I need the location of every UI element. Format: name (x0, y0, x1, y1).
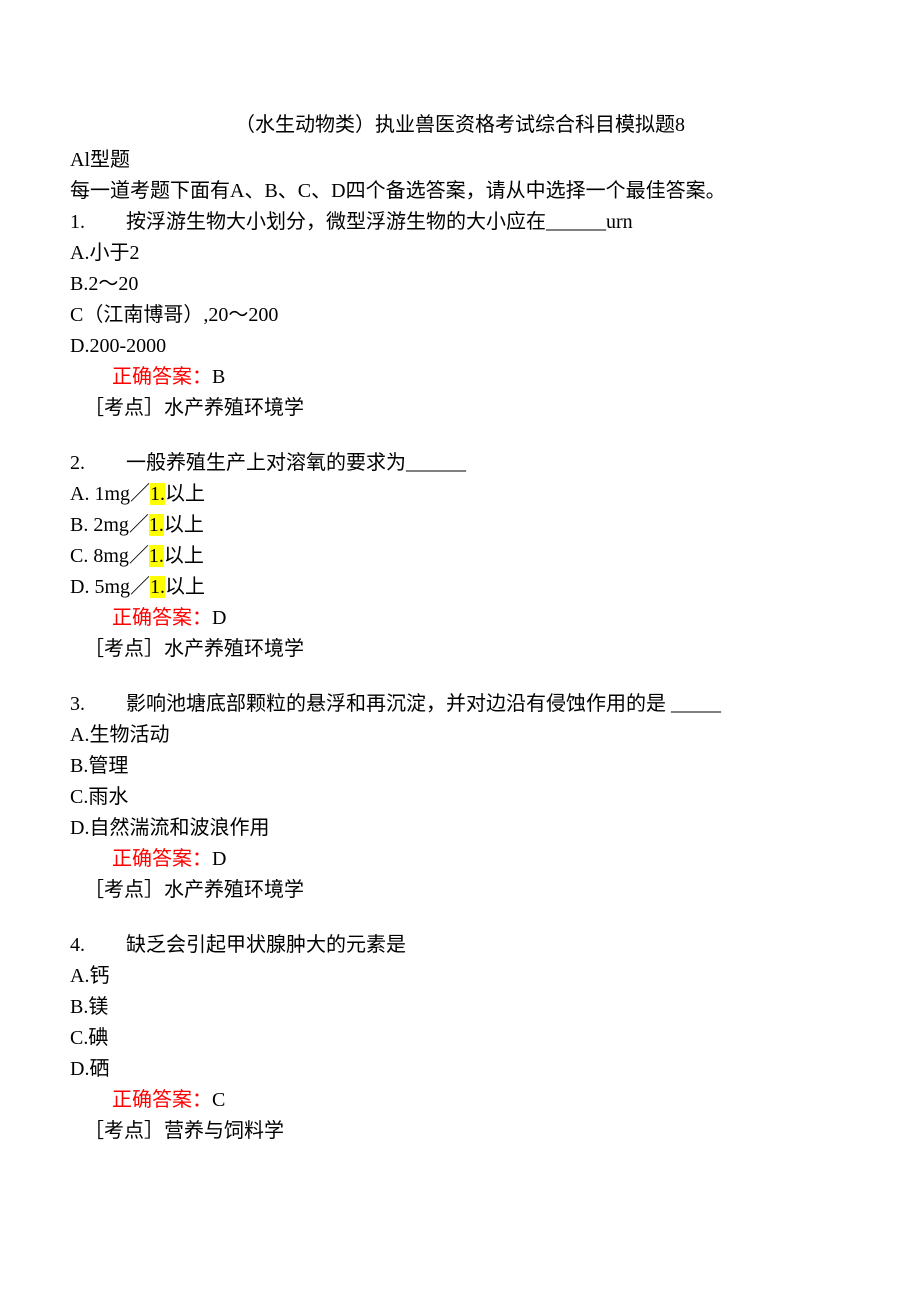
question-text: 1.按浮游生物大小划分，微型浮游生物的大小应在______urn (70, 207, 850, 238)
page-title: （水生动物类）执业兽医资格考试综合科目模拟题8 (70, 110, 850, 141)
question-block: 4.缺乏会引起甲状腺肿大的元素是 A.钙 B.镁 C.碘 D.硒 正确答案：C … (70, 930, 850, 1147)
question-number: 1. (70, 207, 126, 238)
option-b: B. 2mg／1.以上 (70, 510, 850, 541)
option-c: C.雨水 (70, 782, 850, 813)
option-d: D.200-2000 (70, 331, 850, 362)
question-block: 3.影响池塘底部颗粒的悬浮和再沉淀，并对边沿有侵蚀作用的是 _____ A.生物… (70, 689, 850, 906)
topic-line: ［考点］水产养殖环境学 (70, 875, 850, 906)
answer-line: 正确答案：D (70, 844, 850, 875)
question-number: 3. (70, 689, 126, 720)
topic-line: ［考点］水产养殖环境学 (70, 634, 850, 665)
topic-line: ［考点］营养与饲料学 (70, 1116, 850, 1147)
question-text: 4.缺乏会引起甲状腺肿大的元素是 (70, 930, 850, 961)
question-block: 1.按浮游生物大小划分，微型浮游生物的大小应在______urn A.小于2 B… (70, 207, 850, 424)
answer-line: 正确答案：B (70, 362, 850, 393)
question-block: 2.一般养殖生产上对溶氧的要求为______ A. 1mg／1.以上 B. 2m… (70, 448, 850, 665)
option-a: A.小于2 (70, 238, 850, 269)
option-d: D. 5mg／1.以上 (70, 572, 850, 603)
question-number: 2. (70, 448, 126, 479)
question-text: 2.一般养殖生产上对溶氧的要求为______ (70, 448, 850, 479)
option-d: D.硒 (70, 1054, 850, 1085)
section-header: Al型题 (70, 145, 850, 176)
option-b: B.2～20 (70, 269, 850, 300)
option-d: D.自然湍流和波浪作用 (70, 813, 850, 844)
answer-line: 正确答案：D (70, 603, 850, 634)
option-b: B.管理 (70, 751, 850, 782)
option-c: C.碘 (70, 1023, 850, 1054)
option-c: C. 8mg／1.以上 (70, 541, 850, 572)
topic-line: ［考点］水产养殖环境学 (70, 393, 850, 424)
instructions: 每一道考题下面有A、B、C、D四个备选答案，请从中选择一个最佳答案。 (70, 176, 850, 207)
option-a: A.生物活动 (70, 720, 850, 751)
option-a: A.钙 (70, 961, 850, 992)
answer-line: 正确答案：C (70, 1085, 850, 1116)
option-c: C（江南博哥）,20～200 (70, 300, 850, 331)
question-number: 4. (70, 930, 126, 961)
question-text: 3.影响池塘底部颗粒的悬浮和再沉淀，并对边沿有侵蚀作用的是 _____ (70, 689, 850, 720)
option-b: B.镁 (70, 992, 850, 1023)
option-a: A. 1mg／1.以上 (70, 479, 850, 510)
